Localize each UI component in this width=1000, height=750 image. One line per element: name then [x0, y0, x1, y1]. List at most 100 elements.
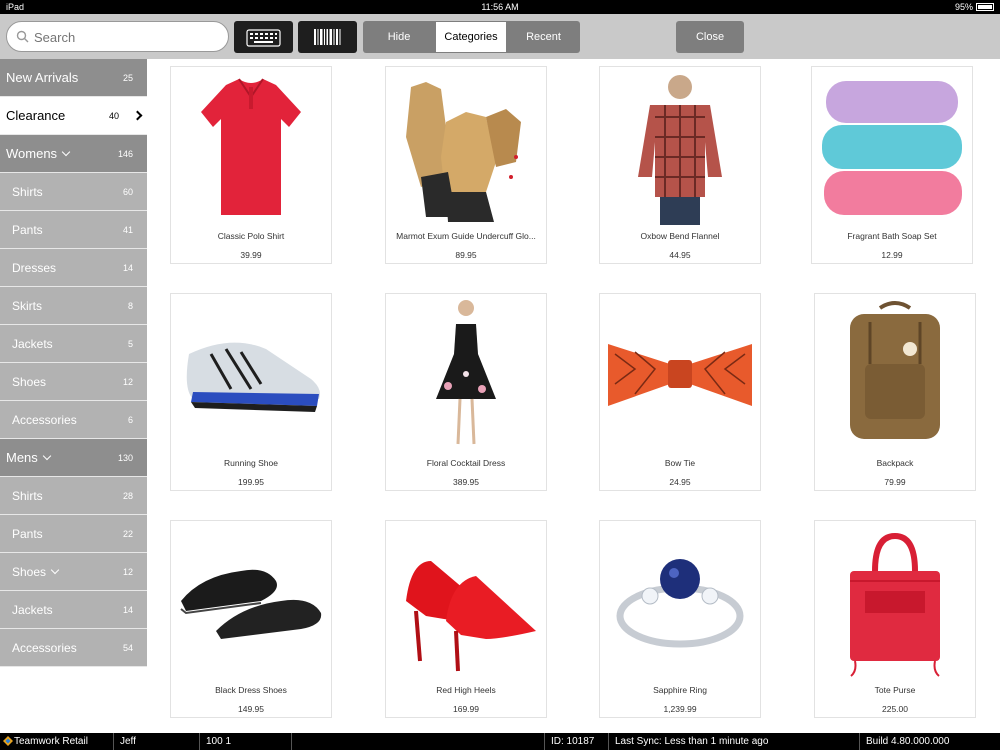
product-price: 149.95 [238, 704, 264, 714]
teamwork-logo-icon [3, 736, 13, 746]
sidebar-item-womens-accessories[interactable]: Accessories 6 [0, 401, 147, 439]
sidebar-item-clearance[interactable]: Clearance 40 [0, 97, 147, 135]
product-card[interactable]: Fragrant Bath Soap Set 12.99 [811, 66, 973, 264]
product-price: 89.95 [455, 250, 477, 260]
product-name: Floral Cocktail Dress [426, 458, 506, 468]
sidebar-item-label: Womens [6, 135, 71, 173]
sidebar-item-mens-shirts[interactable]: Shirts 28 [0, 477, 147, 515]
search-input[interactable] [34, 26, 224, 48]
sidebar-item-count: 25 [122, 73, 133, 83]
app-name: Teamwork Retail [0, 733, 114, 750]
sidebar-item-count: 41 [122, 225, 133, 235]
device-id-label: ID: 10187 [545, 733, 609, 750]
sidebar-item-womens-skirts[interactable]: Skirts 8 [0, 287, 147, 325]
app-name-text: Teamwork Retail [14, 736, 88, 747]
product-price: 39.99 [240, 250, 262, 260]
view-segmented-control: Hide Categories Recent [363, 21, 580, 53]
sidebar-item-count: 12 [122, 567, 133, 577]
sidebar-item-label: Jackets [12, 603, 53, 617]
product-card[interactable]: Running Shoe 199.95 [170, 293, 332, 491]
product-card[interactable]: Bow Tie 24.95 [599, 293, 761, 491]
product-name: Marmot Exum Guide Undercuff Glo... [396, 231, 536, 241]
tote-purse-image [850, 532, 940, 677]
backpack-image [850, 301, 940, 439]
sidebar-item-mens-shoes[interactable]: Shoes 12 [0, 553, 147, 591]
keyboard-button[interactable] [234, 21, 293, 53]
product-card[interactable]: Tote Purse 225.00 [814, 520, 976, 718]
close-button[interactable]: Close [676, 21, 744, 53]
product-card[interactable]: Marmot Exum Guide Undercuff Glo... 89.95 [385, 66, 547, 264]
sidebar-item-count: 146 [117, 149, 133, 159]
product-card[interactable]: Sapphire Ring 1,239.99 [599, 520, 761, 718]
status-time: 11:56 AM [481, 2, 519, 12]
search-icon [16, 30, 29, 43]
product-price: 225.00 [882, 704, 908, 714]
sidebar-item-label: Shoes [12, 375, 47, 389]
sidebar-item-womens-shoes[interactable]: Shoes 12 [0, 363, 147, 401]
sidebar-item-label: Accessories [12, 641, 77, 655]
product-price: 1,239.99 [663, 704, 697, 714]
product-card[interactable]: Oxbow Bend Flannel 44.95 [599, 66, 761, 264]
barcode-scan-button[interactable] [298, 21, 357, 53]
product-card[interactable]: Classic Polo Shirt 39.99 [170, 66, 332, 264]
sidebar-item-count: 14 [122, 605, 133, 615]
sidebar-item-count: 22 [122, 529, 133, 539]
sidebar-item-count: 54 [122, 643, 133, 653]
sidebar-item-label: Shirts [12, 489, 43, 503]
barcode-icon [314, 29, 341, 45]
product-name: Bow Tie [664, 458, 696, 468]
product-name: Running Shoe [224, 458, 278, 468]
sidebar-item-womens[interactable]: Womens 146 [0, 135, 147, 173]
toolbar: Hide Categories Recent Close [0, 14, 1000, 59]
dress-shoes-image [180, 569, 322, 639]
soap-set-image [822, 81, 962, 215]
bow-tie-image [608, 344, 752, 406]
sidebar-item-mens-accessories[interactable]: Accessories 54 [0, 629, 147, 667]
battery-indicator: 95% [955, 0, 994, 14]
chevron-down-icon [42, 451, 52, 461]
recent-segment[interactable]: Recent [507, 21, 580, 53]
sidebar-item-womens-shirts[interactable]: Shirts 60 [0, 173, 147, 211]
product-price: 199.95 [238, 477, 264, 487]
sidebar-item-text: Shoes [12, 565, 47, 579]
flannel-shirt-image [638, 75, 722, 225]
product-name: Fragrant Bath Soap Set [847, 231, 937, 241]
sidebar-item-text: Womens [6, 146, 58, 161]
search-box[interactable] [6, 21, 229, 52]
chevron-right-icon [132, 110, 143, 121]
sidebar-item-count: 14 [122, 263, 133, 273]
product-card[interactable]: Black Dress Shoes 149.95 [170, 520, 332, 718]
hide-segment[interactable]: Hide [363, 21, 435, 53]
gloves-image [406, 82, 521, 222]
sidebar-item-mens[interactable]: Mens 130 [0, 439, 147, 477]
location-label: 100 1 [200, 733, 292, 750]
product-price: 24.95 [669, 477, 691, 487]
product-card[interactable]: Red High Heels 169.99 [385, 520, 547, 718]
product-name: Tote Purse [874, 685, 916, 695]
categories-segment[interactable]: Categories [435, 21, 507, 53]
user-label: Jeff [114, 733, 200, 750]
ring-image [616, 559, 744, 648]
dress-image [436, 300, 496, 445]
polo-shirt-image [201, 78, 301, 215]
sidebar-item-label: Shoes [12, 553, 60, 591]
product-name: Classic Polo Shirt [217, 231, 285, 241]
sidebar-item-count: 130 [117, 453, 133, 463]
product-card[interactable]: Backpack 79.99 [814, 293, 976, 491]
sidebar-item-womens-pants[interactable]: Pants 41 [0, 211, 147, 249]
product-card[interactable]: Floral Cocktail Dress 389.95 [385, 293, 547, 491]
sidebar-item-label: Accessories [12, 413, 77, 427]
chevron-down-icon [61, 147, 71, 157]
sidebar-item-womens-dresses[interactable]: Dresses 14 [0, 249, 147, 287]
footer-status-bar: Teamwork Retail Jeff 100 1 ID: 10187 Las… [0, 733, 1000, 750]
sidebar-item-mens-jackets[interactable]: Jackets 14 [0, 591, 147, 629]
sidebar-item-new-arrivals[interactable]: New Arrivals 25 [0, 59, 147, 97]
sidebar-item-womens-jackets[interactable]: Jackets 5 [0, 325, 147, 363]
sidebar-item-count: 40 [108, 111, 119, 121]
sidebar-item-mens-pants[interactable]: Pants 22 [0, 515, 147, 553]
sidebar-item-label: Mens [6, 439, 52, 477]
status-bar: iPad 11:56 AM 95% [0, 0, 1000, 14]
high-heels-image [406, 561, 536, 672]
product-name: Sapphire Ring [653, 685, 707, 695]
product-price: 12.99 [881, 250, 903, 260]
